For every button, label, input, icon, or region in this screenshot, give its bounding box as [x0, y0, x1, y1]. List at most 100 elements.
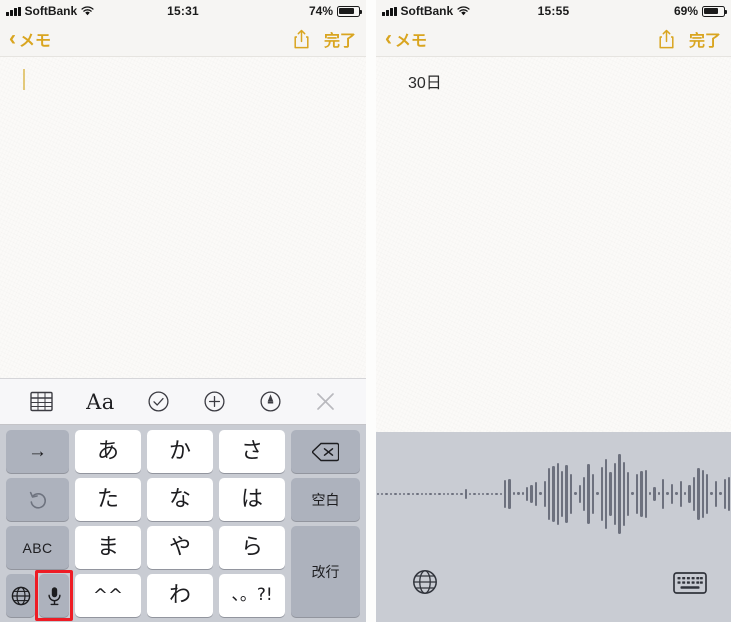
done-button[interactable]: 完了 [689, 27, 721, 51]
key-label: 空白 [311, 492, 340, 509]
phone-screenshot-left: SoftBank 15:31 74% ‹ メモ 完了 Aa → あ か さ た … [0, 0, 366, 622]
waveform-bar [648, 492, 652, 495]
microphone-icon [46, 586, 63, 606]
waveform-bar [631, 492, 634, 495]
waveform-bar [622, 461, 625, 526]
waveform-bar [424, 492, 428, 495]
key-ka-row[interactable]: か [147, 430, 213, 473]
key-ma-row[interactable]: ま [75, 526, 141, 569]
status-bar: SoftBank 15:31 74% [0, 0, 366, 22]
key-label: ま [96, 534, 119, 560]
waveform-bar [446, 492, 450, 495]
note-editor-area[interactable] [0, 57, 366, 378]
waveform-bar [613, 462, 617, 525]
waveform-bar [460, 492, 463, 495]
key-sa-row[interactable]: さ [219, 430, 285, 473]
screenshot-root: SoftBank 15:31 74% ‹ メモ 完了 Aa → あ か さ た … [0, 0, 731, 622]
text-format-icon[interactable]: Aa [86, 390, 115, 414]
share-icon[interactable] [658, 29, 675, 49]
chevron-left-icon: ‹ [385, 26, 392, 50]
waveform-bar [653, 486, 656, 501]
key-next-candidate[interactable]: → [6, 430, 69, 473]
clock-label: 15:55 [537, 4, 570, 18]
waveform-bar [543, 480, 546, 507]
waveform-bar [495, 492, 498, 495]
share-icon[interactable] [293, 29, 310, 49]
key-delete[interactable] [291, 430, 360, 473]
waveform-bar [727, 476, 731, 511]
note-editor-area[interactable]: 30日 [376, 57, 731, 432]
key-ha-row[interactable]: は [219, 478, 285, 521]
dictation-bottom-bar [376, 555, 731, 622]
checklist-icon[interactable] [147, 390, 170, 413]
waveform-bar [398, 492, 402, 495]
waveform-bar [521, 492, 524, 495]
key-undo[interactable] [6, 478, 69, 521]
key-space[interactable]: 空白 [291, 478, 360, 521]
key-punctuation[interactable]: 、。?! [219, 574, 285, 617]
waveform-bar [719, 492, 722, 495]
waveform-bar [561, 470, 564, 517]
close-keyboard-icon[interactable] [315, 391, 336, 412]
waveform-bar [635, 473, 639, 514]
key-ta-row[interactable]: た [75, 478, 141, 521]
key-globe[interactable] [6, 574, 35, 617]
waveform-bar [657, 492, 661, 495]
waveform-bar [517, 492, 520, 495]
key-label: は [240, 486, 263, 512]
key-a-row[interactable]: あ [75, 430, 141, 473]
globe-icon[interactable] [412, 569, 438, 595]
keyboard-icon[interactable] [673, 572, 707, 594]
key-ra-row[interactable]: ら [219, 526, 285, 569]
waveform-bar [482, 492, 485, 495]
waveform-bar [618, 453, 621, 534]
waveform-bar [626, 471, 630, 516]
key-na-row[interactable]: な [147, 478, 213, 521]
key-wa-row[interactable]: わ [147, 574, 213, 617]
key-label: わ [168, 582, 191, 608]
key-label: → [28, 440, 47, 462]
waveform-bar [609, 471, 612, 516]
key-emoticon[interactable]: ^^ [75, 574, 141, 617]
waveform-bar [530, 484, 533, 503]
back-to-notes-button[interactable]: ‹ メモ [376, 27, 427, 51]
waveform-bar [692, 476, 696, 511]
key-abc-mode[interactable]: ABC [6, 526, 69, 569]
key-label: か [168, 438, 191, 464]
key-ya-row[interactable]: や [147, 526, 213, 569]
waveform-bar [381, 492, 384, 495]
waveform-bar [605, 458, 608, 529]
waveform-bar [473, 492, 476, 495]
key-return[interactable]: 改行 [291, 526, 360, 617]
waveform-bar [583, 476, 586, 511]
battery-icon [702, 5, 728, 17]
waveform-bar [389, 492, 393, 495]
waveform-bar [403, 492, 406, 495]
waveform-bar [675, 492, 678, 495]
table-icon[interactable] [30, 391, 54, 412]
nav-bar: ‹ メモ 完了 [0, 22, 366, 57]
waveform-bar [697, 467, 700, 520]
add-attachment-icon[interactable] [203, 390, 226, 413]
waveform-bar [710, 492, 713, 495]
waveform-bar [468, 492, 472, 495]
key-dictation-mic[interactable] [39, 574, 69, 617]
globe-icon [11, 586, 31, 606]
waveform-bar [394, 492, 397, 495]
nav-bar-right: 完了 [293, 27, 366, 51]
waveform-bar [376, 492, 380, 495]
done-button[interactable]: 完了 [324, 27, 356, 51]
key-label: た [96, 486, 119, 512]
waveform-bar [416, 492, 419, 495]
markup-pen-icon[interactable] [259, 390, 282, 413]
waveform-bar [504, 479, 507, 508]
back-to-notes-button[interactable]: ‹ メモ [0, 27, 51, 51]
waveform-bar [477, 492, 481, 495]
waveform-bar [534, 481, 538, 506]
waveform-bar [464, 488, 467, 499]
key-label: 、。?! [231, 585, 273, 605]
key-label: 改行 [311, 564, 340, 581]
waveform-bar [539, 492, 542, 495]
key-label: ら [240, 534, 263, 560]
waveform-bar [640, 470, 643, 517]
